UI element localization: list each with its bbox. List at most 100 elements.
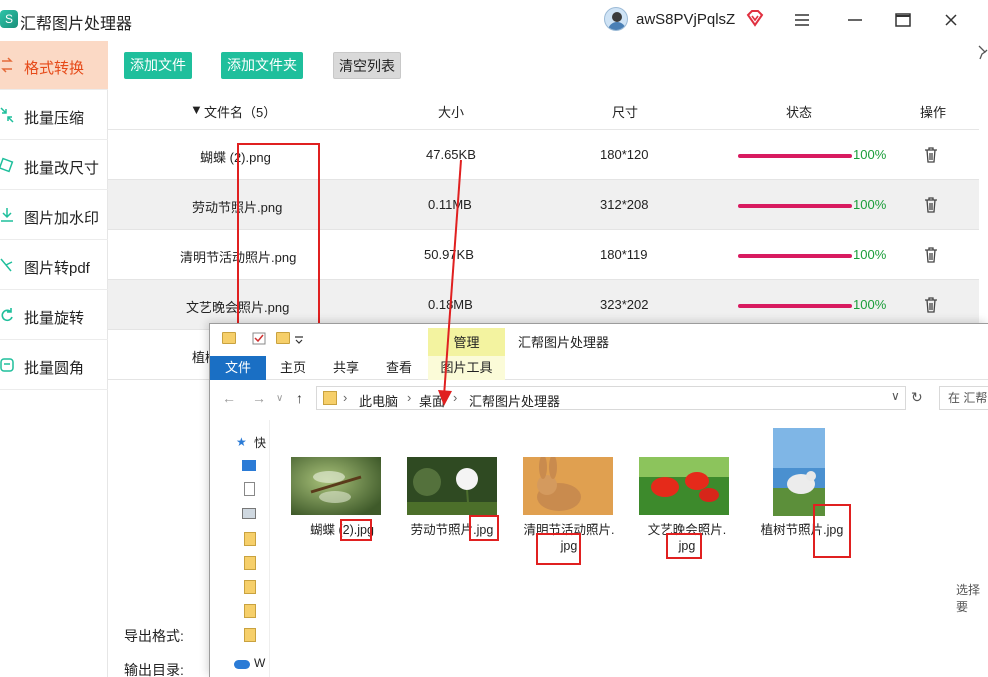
file-dimensions: 323*202 (600, 297, 649, 312)
quick-access-dropdown-icon[interactable] (294, 336, 304, 344)
properties-icon[interactable] (252, 332, 266, 345)
pin-icon[interactable] (976, 44, 988, 60)
file-thumbnail[interactable] (407, 457, 497, 515)
table-row[interactable]: 劳动节照片.png 0.11MB 312*208 100% (108, 180, 979, 230)
search-input[interactable]: 在 汇帮 (939, 386, 988, 410)
file-dimensions: 180*120 (600, 147, 649, 162)
watermark-icon (1, 208, 13, 222)
tab-home[interactable]: 主页 (280, 356, 306, 380)
pictures-icon[interactable] (242, 508, 256, 519)
address-dropdown-icon[interactable]: ∨ (891, 389, 900, 403)
file-thumbnail[interactable] (773, 428, 825, 516)
breadcrumb-item[interactable]: 汇帮图片处理器 (469, 391, 560, 410)
document-icon[interactable] (244, 482, 255, 496)
explorer-titlebar: 管理 汇帮图片处理器 (210, 324, 988, 356)
file-name[interactable]: 劳动节照片.jpg (400, 522, 504, 538)
nav-onedrive[interactable]: W (254, 656, 265, 670)
resize-icon (0, 157, 14, 173)
recent-dropdown-icon[interactable]: ∨ (276, 393, 283, 404)
col-header-size: 大小 (438, 105, 465, 120)
progress-bar (738, 304, 852, 308)
forward-icon[interactable]: → (252, 390, 266, 406)
app-logo-icon: S (0, 10, 18, 28)
sidebar-item-round-corner[interactable]: 批量圆角 (0, 341, 108, 390)
folder-icon[interactable] (244, 604, 256, 618)
file-name: 蝴蝶 (2).png (200, 150, 271, 165)
sidebar-item-label: 批量改尺寸 (24, 160, 100, 177)
back-icon[interactable]: ← (222, 390, 236, 406)
clear-list-button[interactable]: 清空列表 (333, 52, 401, 79)
sidebar-item-label: 批量旋转 (24, 310, 85, 327)
tab-file[interactable]: 文件 (210, 356, 266, 380)
sidebar-item-batch-compress[interactable]: 批量压缩 (0, 91, 108, 140)
folder-icon[interactable] (222, 332, 236, 344)
sidebar-item-to-pdf[interactable]: 图片转pdf (0, 241, 108, 290)
progress-percent: 100% (853, 147, 887, 162)
minimize-icon[interactable] (843, 8, 867, 32)
col-header-dimensions: 尺寸 (612, 105, 639, 120)
file-thumbnail[interactable] (291, 457, 381, 515)
sidebar-item-label: 图片转pdf (24, 260, 90, 277)
red-arrow-icon (438, 159, 462, 406)
col-header-action: 操作 (920, 105, 947, 120)
address-bar[interactable]: › 此电脑 › 桌面 › 汇帮图片处理器 ∨ (316, 386, 906, 410)
file-name[interactable]: 清明节活动照片. jpg (514, 522, 624, 554)
user-avatar[interactable] (604, 7, 628, 31)
trash-icon[interactable] (924, 197, 938, 213)
folder-icon[interactable] (244, 532, 256, 546)
desktop-icon[interactable] (242, 460, 256, 471)
col-header-name[interactable]: 文件名（5） (204, 102, 276, 121)
file-name[interactable]: 蝴蝶 (2).jpg (282, 522, 402, 538)
trash-icon[interactable] (924, 297, 938, 313)
progress-percent: 100% (853, 247, 887, 262)
file-thumbnail[interactable] (523, 457, 613, 515)
explorer-title: 汇帮图片处理器 (518, 335, 610, 350)
onedrive-icon[interactable] (234, 660, 250, 669)
sidebar-item-batch-resize[interactable]: 批量改尺寸 (0, 141, 108, 190)
sidebar-item-batch-rotate[interactable]: 批量旋转 (0, 291, 108, 340)
trash-icon[interactable] (924, 147, 938, 163)
refresh-icon[interactable]: ↻ (911, 389, 923, 406)
file-list-area: 蝴蝶 (2).jpg 劳动节照片.jpg 清明节活动照片. jpg 文艺晚会照片… (270, 420, 870, 677)
file-name: 劳动节照片.png (192, 200, 283, 215)
table-row[interactable]: 蝴蝶 (2).png 47.65KB 180*120 100% (108, 130, 979, 180)
folder-icon[interactable] (244, 580, 256, 594)
username[interactable]: awS8PVjPqlsZ (636, 11, 735, 28)
file-thumbnail[interactable] (639, 457, 729, 515)
progress-percent: 100% (853, 297, 887, 312)
file-explorer-window: 管理 汇帮图片处理器 文件 主页 共享 查看 图片工具 ← → ∨ ↑ › 此电… (209, 323, 988, 677)
file-name[interactable]: 文艺晚会照片. jpg (632, 522, 742, 554)
vip-diamond-icon[interactable] (746, 9, 764, 27)
sidebar-item-label: 批量压缩 (24, 110, 85, 127)
title-bar: S 汇帮图片处理器 awS8PVjPqlsZ (0, 0, 988, 40)
file-name-line: 文艺晚会照片. (647, 523, 727, 537)
folder-icon[interactable] (244, 556, 256, 570)
file-name-line: jpg (560, 539, 578, 553)
maximize-icon[interactable] (891, 8, 915, 32)
sidebar-item-format-convert[interactable]: 格式转换 (0, 41, 108, 90)
menu-icon[interactable] (790, 8, 814, 32)
progress-bar (738, 204, 852, 208)
table-row[interactable]: 清明节活动照片.png 50.97KB 180*119 100% (108, 230, 979, 280)
nav-quick-access[interactable]: 快 (254, 434, 266, 451)
folder-icon[interactable] (244, 628, 256, 642)
close-icon[interactable] (939, 8, 963, 32)
folder-icon (323, 391, 337, 405)
details-pane-hint: 选择要 (956, 583, 981, 614)
round-corner-icon (0, 358, 14, 372)
sidebar-item-label: 图片加水印 (24, 210, 100, 227)
file-name: 清明节活动照片.png (180, 250, 297, 265)
add-folder-button[interactable]: 添加文件夹 (221, 52, 303, 79)
file-name[interactable]: 植树节照片.jpg (750, 522, 854, 538)
tab-view[interactable]: 查看 (386, 356, 412, 380)
add-file-button[interactable]: 添加文件 (124, 52, 192, 79)
convert-icon (1, 57, 13, 73)
up-icon[interactable]: ↑ (296, 390, 303, 406)
sidebar-item-watermark[interactable]: 图片加水印 (0, 191, 108, 240)
trash-icon[interactable] (924, 247, 938, 263)
sort-arrow-icon[interactable]: ▼ (190, 102, 203, 117)
breadcrumb-item[interactable]: 此电脑 (359, 391, 398, 410)
ribbon-tabs: 文件 主页 共享 查看 图片工具 (210, 356, 988, 380)
new-folder-icon[interactable] (276, 332, 290, 344)
tab-share[interactable]: 共享 (333, 356, 359, 380)
